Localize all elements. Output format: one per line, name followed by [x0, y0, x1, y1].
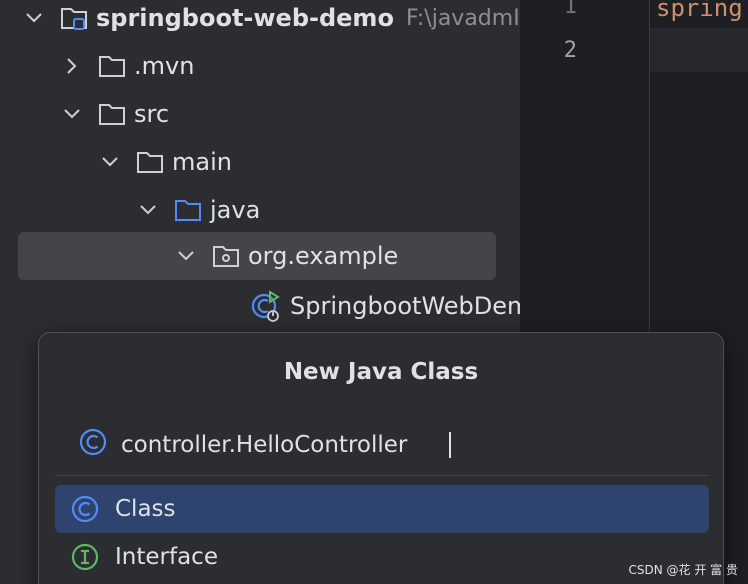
kind-option-class[interactable]: Class	[55, 485, 709, 533]
chevron-down-icon[interactable]	[136, 198, 160, 222]
new-java-class-dialog: New Java Class Class	[38, 332, 724, 584]
class-name-field[interactable]	[79, 425, 703, 465]
folder-icon	[136, 149, 164, 175]
chevron-down-icon[interactable]	[98, 150, 122, 174]
class-icon	[79, 428, 107, 462]
tree-item-label: java	[210, 196, 261, 224]
line-number: 2	[563, 38, 577, 63]
package-icon	[212, 243, 240, 269]
spring-boot-run-class-icon	[250, 290, 282, 322]
chevron-down-icon[interactable]	[174, 244, 198, 268]
tree-item-label: .mvn	[134, 52, 195, 80]
tree-item-mvn[interactable]: .mvn	[60, 42, 194, 90]
chevron-down-icon[interactable]	[22, 6, 46, 30]
tree-item-src[interactable]: src	[60, 90, 169, 138]
kind-option-interface[interactable]: Interface	[55, 533, 709, 581]
tree-item-java[interactable]: java	[136, 186, 260, 234]
tree-item-label: SpringbootWebDem	[290, 292, 520, 320]
tree-item-label: org.example	[248, 242, 399, 270]
module-folder-icon	[60, 5, 88, 31]
folder-icon	[98, 101, 126, 127]
divider	[55, 475, 709, 476]
tree-item-project-root[interactable]: springboot-web-demo F:\javadmID	[22, 0, 520, 42]
kind-option-label: Class	[115, 496, 176, 522]
watermark: CSDN @花 开 富 贵	[628, 563, 738, 577]
kind-option-label: Interface	[115, 544, 218, 570]
tree-item-main[interactable]: main	[98, 138, 232, 186]
dialog-title: New Java Class	[283, 359, 479, 385]
tree-item-springboot-app-class[interactable]: SpringbootWebDem	[250, 282, 520, 330]
code-text: spring	[656, 0, 743, 22]
class-name-input[interactable]	[121, 432, 451, 458]
tree-item-label: main	[172, 148, 232, 176]
line-number: 1	[563, 0, 577, 19]
tree-item-label: src	[134, 100, 170, 128]
chevron-right-icon[interactable]	[60, 54, 84, 78]
project-path: F:\javadmID	[405, 5, 520, 31]
chevron-down-icon[interactable]	[60, 102, 84, 126]
interface-icon	[71, 543, 99, 571]
tree-item-org-example[interactable]: org.example	[18, 232, 496, 280]
class-icon	[71, 495, 99, 523]
folder-icon	[98, 53, 126, 79]
project-name: springboot-web-demo	[96, 4, 394, 32]
source-folder-icon	[174, 197, 202, 223]
